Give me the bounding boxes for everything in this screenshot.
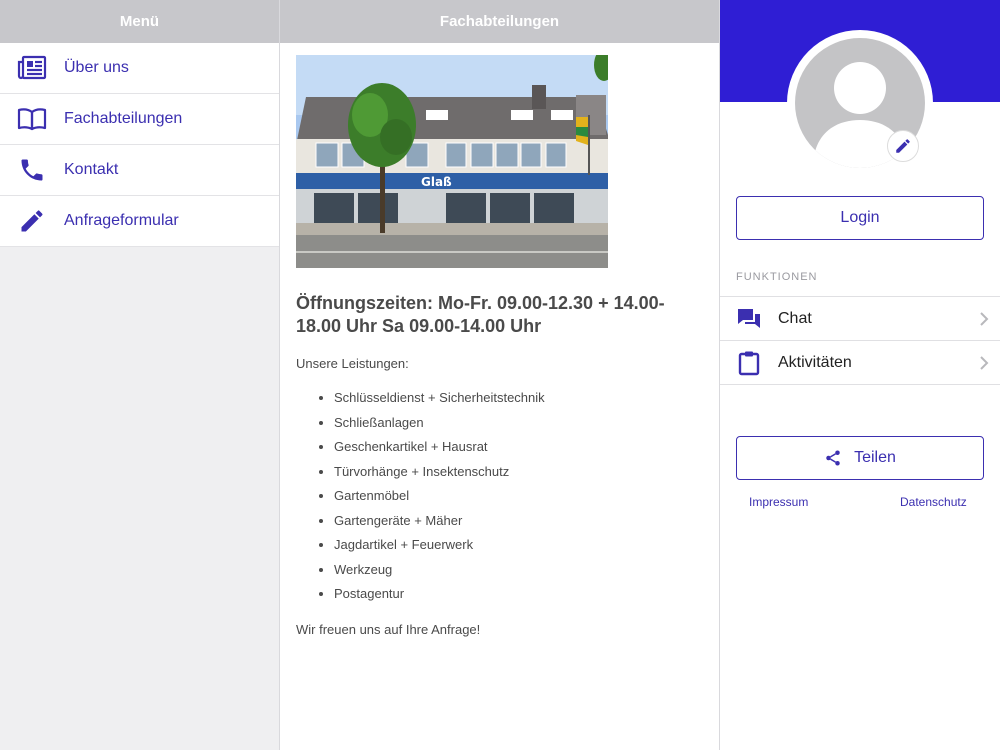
menu-item-label: Anfrageformular (64, 212, 179, 229)
list-item: Jagdartikel + Feuerwerk (334, 538, 703, 563)
menu-list: Über uns Fachabteilungen Kontakt Anfrage… (0, 43, 279, 247)
pencil-icon (896, 139, 910, 153)
list-item: Schließanlagen (334, 415, 703, 441)
datenschutz-link[interactable]: Datenschutz (900, 495, 967, 509)
content-body: Glaß Öffnungszeiten: Mo-Fr. 09.00-12.30 … (280, 43, 719, 637)
chat-icon (720, 307, 778, 331)
menu-title: Menü (119, 13, 160, 30)
chevron-right-icon (968, 355, 1000, 371)
menu-item-anfrageformular[interactable]: Anfrageformular (0, 196, 279, 247)
edit-avatar-button[interactable] (887, 130, 919, 162)
share-button[interactable]: Teilen (736, 436, 984, 480)
services-list: Schlüsseldienst + Sicherheitstechnik Sch… (334, 391, 703, 612)
content-header: Fachabteilungen (280, 0, 719, 43)
list-item: Schlüsseldienst + Sicherheitstechnik (334, 391, 703, 416)
list-item: Türvorhänge + Insektenschutz (334, 464, 703, 490)
share-button-label: Teilen (854, 449, 896, 466)
book-icon (0, 107, 64, 131)
functions-list: Chat Aktivitäten (720, 296, 1000, 385)
opening-hours-heading: Öffnungszeiten: Mo-Fr. 09.00-12.30 + 14.… (296, 293, 665, 336)
share-icon (824, 449, 842, 467)
services-intro: Unsere Leistungen: (296, 356, 409, 371)
function-item-chat[interactable]: Chat (720, 297, 1000, 341)
menu-header: Menü (0, 0, 279, 43)
menu-item-fachabteilungen[interactable]: Fachabteilungen (0, 94, 279, 145)
menu-item-kontakt[interactable]: Kontakt (0, 145, 279, 196)
closing-text: Wir freuen uns auf Ihre Anfrage! (296, 621, 481, 637)
list-item: Gartengeräte + Mäher (334, 513, 703, 539)
pencil-icon (0, 207, 64, 235)
functions-section-label: FUNKTIONEN (736, 271, 818, 283)
list-item: Postagentur (334, 587, 703, 612)
list-item: Werkzeug (334, 562, 703, 588)
newspaper-icon (0, 55, 64, 81)
page-title: Fachabteilungen (439, 13, 560, 30)
menu-item-ueber-uns[interactable]: Über uns (0, 43, 279, 94)
store-photo: Glaß (296, 55, 608, 268)
impressum-link[interactable]: Impressum (749, 495, 808, 509)
menu-item-label: Kontakt (64, 161, 119, 178)
login-button-label: Login (840, 209, 880, 226)
function-item-label: Chat (778, 309, 812, 327)
function-item-aktivitaeten[interactable]: Aktivitäten (720, 341, 1000, 385)
menu-item-label: Über uns (64, 59, 129, 76)
login-button[interactable]: Login (736, 196, 984, 240)
phone-icon (0, 156, 64, 184)
list-item: Gartenmöbel (334, 489, 703, 514)
clipboard-icon (720, 350, 778, 376)
function-item-label: Aktivitäten (778, 353, 852, 371)
menu-item-label: Fachabteilungen (64, 110, 183, 127)
menu-panel: Menü Über uns Fachabteilungen Kontakt An… (0, 0, 280, 750)
profile-panel: Login FUNKTIONEN Chat Aktivitäten Teilen… (720, 0, 1000, 750)
svg-text:Glaß: Glaß (421, 175, 452, 189)
chevron-right-icon (968, 311, 1000, 327)
content-panel: Fachabteilungen Glaß Öffnungszeiten: Mo-… (280, 0, 720, 750)
list-item: Geschenkartikel + Hausrat (334, 440, 703, 465)
